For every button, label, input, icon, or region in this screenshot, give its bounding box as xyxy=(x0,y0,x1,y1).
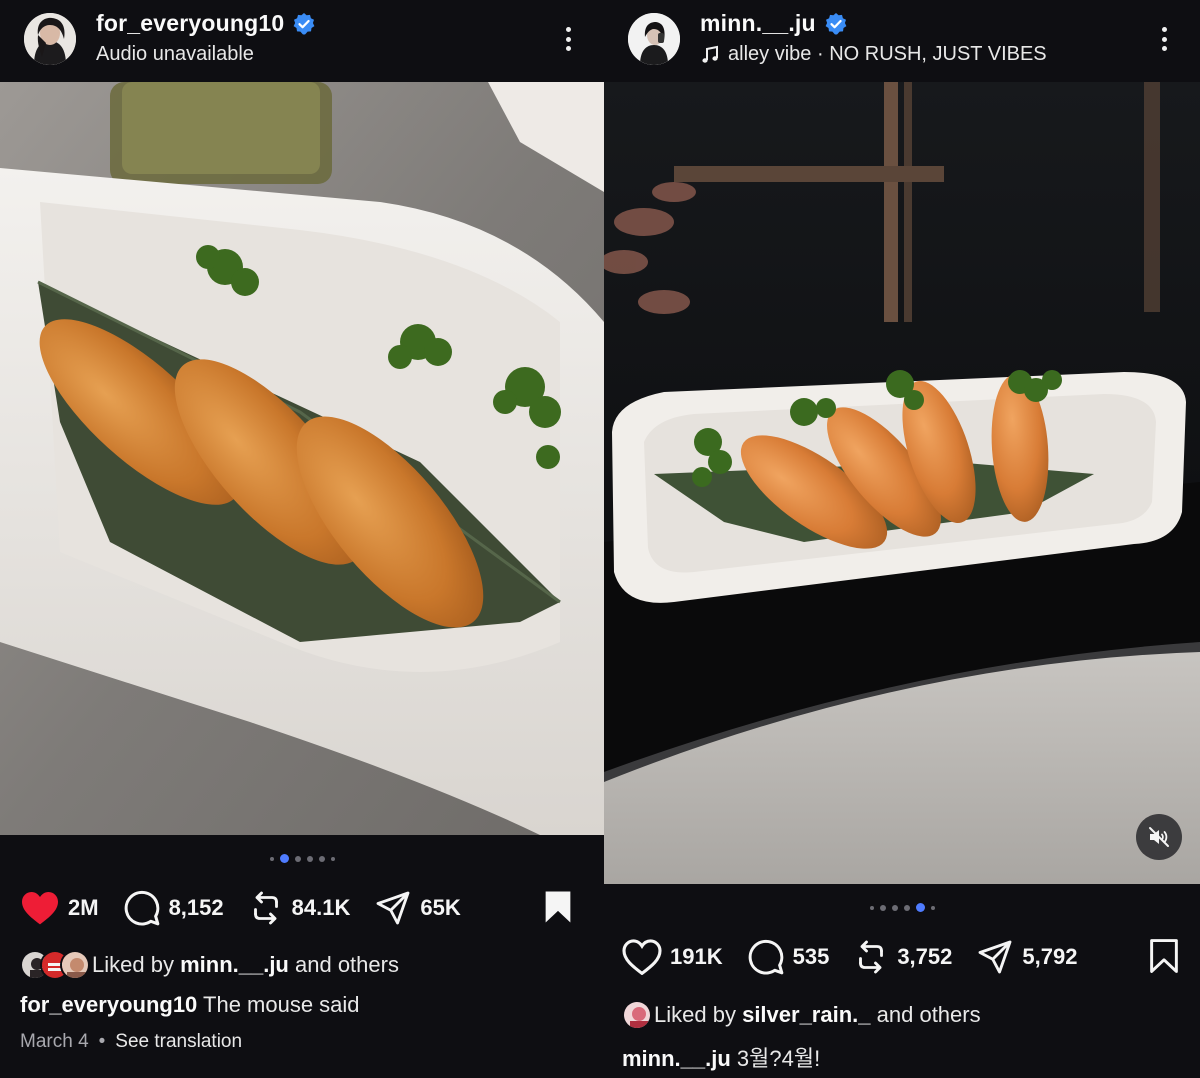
comment-icon xyxy=(124,890,159,926)
carousel-dot xyxy=(330,856,335,861)
send-icon xyxy=(978,940,1012,974)
liked-by-avatars xyxy=(20,950,90,980)
caption: minn.__.ju 3월?4월! xyxy=(622,1041,820,1073)
repost-count: 3,752 xyxy=(897,944,953,969)
post-image[interactable] xyxy=(604,82,1200,884)
carousel-dot xyxy=(279,854,289,863)
comment-count: 8,152 xyxy=(168,895,224,920)
mute-button[interactable] xyxy=(1136,814,1182,860)
liked-by-suffix: and others xyxy=(876,1002,981,1027)
comment-button[interactable]: 535 xyxy=(747,938,830,976)
comment-count: 535 xyxy=(792,944,830,969)
carousel-dot xyxy=(915,903,925,912)
carousel-dot xyxy=(869,905,874,910)
like-button[interactable]: 2M xyxy=(20,890,99,926)
send-icon xyxy=(376,891,410,925)
username[interactable]: minn.__.ju xyxy=(700,10,816,37)
share-count: 65K xyxy=(420,895,461,920)
song-separator: · xyxy=(816,43,824,65)
more-options-icon[interactable] xyxy=(1152,24,1176,54)
post-image[interactable] xyxy=(0,82,604,835)
liked-by-suffix: and others xyxy=(295,952,399,977)
verified-badge-icon xyxy=(293,12,315,35)
carousel-indicator xyxy=(604,903,1200,912)
heart-icon xyxy=(622,939,662,975)
liked-by-prefix: Liked by xyxy=(92,952,174,977)
like-count: 191K xyxy=(670,944,723,969)
bookmark-button[interactable] xyxy=(542,890,574,929)
repost-count: 84.1K xyxy=(291,895,351,920)
avatar xyxy=(60,950,90,980)
caption: for_everyoung10 The mouse said xyxy=(20,992,360,1018)
carousel-dot xyxy=(891,904,898,911)
bookmark-icon xyxy=(1150,939,1178,973)
bookmark-button[interactable] xyxy=(1148,939,1180,978)
verified-badge-icon xyxy=(825,12,847,35)
repost-icon xyxy=(859,940,884,974)
post-date: March 4 xyxy=(20,1031,89,1052)
liked-by-user[interactable]: minn.__.ju xyxy=(180,952,289,978)
caption-username[interactable]: minn.__.ju xyxy=(622,1046,731,1071)
carousel-dot xyxy=(930,905,935,910)
see-translation-link[interactable]: See translation xyxy=(115,1031,242,1053)
meta-separator: • xyxy=(98,1031,106,1052)
speaker-muted-icon xyxy=(1149,827,1169,847)
caption-username[interactable]: for_everyoung10 xyxy=(20,992,197,1017)
action-bar: 191K 535 3,752 5,792 xyxy=(622,935,1180,979)
comment-icon xyxy=(748,939,783,975)
liked-by-row[interactable]: Liked by silver_rain._ and others xyxy=(622,1000,981,1030)
carousel-dot xyxy=(903,904,910,911)
carousel-dot xyxy=(879,904,886,911)
avatar xyxy=(622,1000,652,1030)
action-bar: 2M 8,152 84.1K 65K xyxy=(20,886,584,930)
heart-icon xyxy=(22,891,58,925)
music-note-icon xyxy=(702,45,718,63)
like-count: 2M xyxy=(68,895,99,920)
avatar[interactable] xyxy=(628,13,680,65)
post-header: minn.__.ju alley vibe · NO RUSH, JUST VI… xyxy=(604,0,1200,80)
more-options-icon[interactable] xyxy=(556,24,580,54)
carousel-dot xyxy=(306,855,313,862)
song-title: alley vibe xyxy=(728,43,812,65)
like-button[interactable]: 191K xyxy=(622,939,723,975)
liked-by-avatars xyxy=(622,1000,652,1030)
post-left: for_everyoung10 Audio unavailable 2M 8,1… xyxy=(0,0,604,1078)
repost-icon xyxy=(253,891,278,925)
repost-button[interactable]: 3,752 xyxy=(853,939,952,975)
audio-track[interactable]: alley vibe · NO RUSH, JUST VIBES xyxy=(700,43,1047,66)
avatar[interactable] xyxy=(24,13,76,65)
liked-by-row[interactable]: Liked by minn.__.ju and others xyxy=(20,950,399,980)
audio-status: Audio unavailable xyxy=(96,43,254,65)
liked-by-prefix: Liked by xyxy=(654,1002,736,1027)
liked-by-user[interactable]: silver_rain._ xyxy=(742,1002,870,1028)
bookmark-icon xyxy=(545,891,571,923)
post-header: for_everyoung10 Audio unavailable xyxy=(0,0,604,80)
caption-text: The mouse said xyxy=(203,992,360,1017)
caption-text: 3월?4월! xyxy=(736,1046,821,1071)
share-button[interactable]: 65K xyxy=(374,890,461,926)
carousel-dot xyxy=(269,856,274,861)
carousel-dot xyxy=(318,855,325,862)
carrot-dish-photo xyxy=(604,82,1200,884)
username[interactable]: for_everyoung10 xyxy=(96,10,284,37)
comment-button[interactable]: 8,152 xyxy=(123,889,224,927)
carousel-indicator xyxy=(0,854,604,863)
post-meta: March 4 • See translation xyxy=(20,1031,242,1053)
repost-button[interactable]: 84.1K xyxy=(248,890,351,926)
carrot-dish-photo xyxy=(0,82,604,835)
carousel-dot xyxy=(294,855,301,862)
share-count: 5,792 xyxy=(1022,944,1078,969)
post-right: minn.__.ju alley vibe · NO RUSH, JUST VI… xyxy=(604,0,1200,1078)
song-artist: NO RUSH, JUST VIBES xyxy=(829,43,1047,65)
share-button[interactable]: 5,792 xyxy=(976,939,1077,975)
